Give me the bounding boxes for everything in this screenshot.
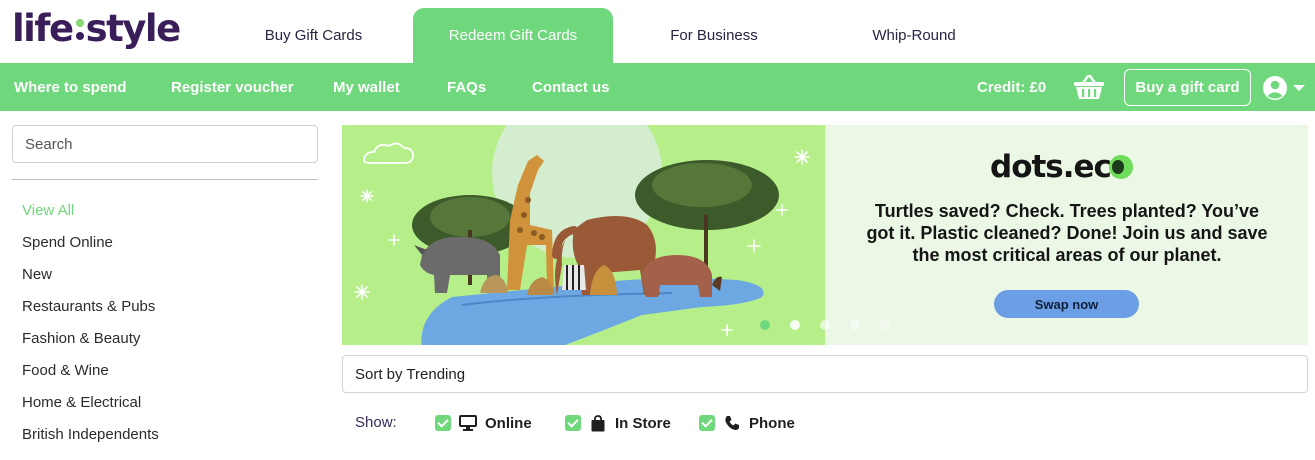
lifestyle-logo[interactable]: life style [12, 4, 182, 52]
tab-for-business[interactable]: For Business [630, 8, 798, 63]
carousel-dot-2[interactable] [790, 320, 800, 330]
banner-headline: Turtles saved? Check. Trees planted? You… [866, 201, 1268, 265]
carousel-dot-3[interactable] [820, 320, 830, 330]
filter-in-store-label: In Store [615, 414, 671, 432]
category-british-independents[interactable]: British Independents [22, 425, 159, 445]
logo-text-right: style [85, 6, 182, 50]
carousel-dot-1[interactable] [760, 320, 770, 330]
top-header: life style Buy Gift Cards Redeem Gift Car… [0, 0, 1315, 63]
nav-faqs[interactable]: FAQs [447, 63, 486, 111]
filter-online[interactable]: Online [435, 414, 532, 432]
tab-redeem-gift-cards[interactable]: Redeem Gift Cards [413, 8, 613, 63]
secondary-nav: Where to spend Register voucher My walle… [0, 63, 1315, 111]
tab-whip-round[interactable]: Whip-Round [830, 8, 998, 63]
filter-phone[interactable]: Phone [699, 414, 795, 432]
filter-in-store[interactable]: In Store [565, 414, 671, 432]
category-food-wine[interactable]: Food & Wine [22, 361, 109, 381]
carousel-dot-5[interactable] [880, 320, 890, 330]
credit-balance: Credit: £0 [977, 78, 1047, 96]
filter-online-checkbox[interactable] [435, 415, 451, 431]
category-new[interactable]: New [22, 265, 52, 285]
filter-online-label: Online [485, 414, 532, 432]
sort-dropdown[interactable]: Sort by Trending [342, 355, 1308, 393]
dots-eco-logo: dots.ec [990, 147, 1133, 187]
filter-in-store-checkbox[interactable] [565, 415, 581, 431]
account-menu[interactable] [1262, 75, 1310, 101]
nav-contact-us[interactable]: Contact us [532, 63, 610, 111]
chevron-down-icon [1293, 85, 1305, 91]
category-fashion-beauty[interactable]: Fashion & Beauty [22, 329, 140, 349]
shopping-bag-icon [589, 414, 607, 432]
category-view-all[interactable]: View All [22, 201, 74, 221]
carousel-dots [760, 320, 890, 330]
carousel-dot-4[interactable] [850, 320, 860, 330]
filter-phone-label: Phone [749, 414, 795, 432]
dots-eco-logo-text: dots.ec [990, 149, 1112, 185]
nav-where-to-spend[interactable]: Where to spend [14, 63, 127, 111]
nav-register-voucher[interactable]: Register voucher [171, 63, 294, 111]
basket-icon[interactable] [1073, 74, 1105, 100]
monitor-icon [459, 414, 477, 432]
swap-now-button[interactable]: Swap now [994, 290, 1139, 318]
category-restaurants-pubs[interactable]: Restaurants & Pubs [22, 297, 155, 317]
dots-eco-logo-mark-icon [1108, 155, 1133, 179]
wildlife-hand-illustration [342, 125, 825, 345]
logo-text-left: life [12, 6, 74, 50]
show-filter-label: Show: [355, 414, 397, 431]
sidebar-divider [12, 179, 318, 180]
logo-colon-icon [74, 13, 85, 43]
phone-icon [723, 414, 741, 432]
category-spend-online[interactable]: Spend Online [22, 233, 113, 253]
user-circle-icon [1263, 76, 1287, 100]
buy-gift-card-button[interactable]: Buy a gift card [1124, 69, 1251, 106]
nav-my-wallet[interactable]: My wallet [333, 63, 400, 111]
filter-phone-checkbox[interactable] [699, 415, 715, 431]
tab-buy-gift-cards[interactable]: Buy Gift Cards [226, 8, 401, 63]
search-input[interactable] [12, 125, 318, 163]
category-home-electrical[interactable]: Home & Electrical [22, 393, 141, 413]
